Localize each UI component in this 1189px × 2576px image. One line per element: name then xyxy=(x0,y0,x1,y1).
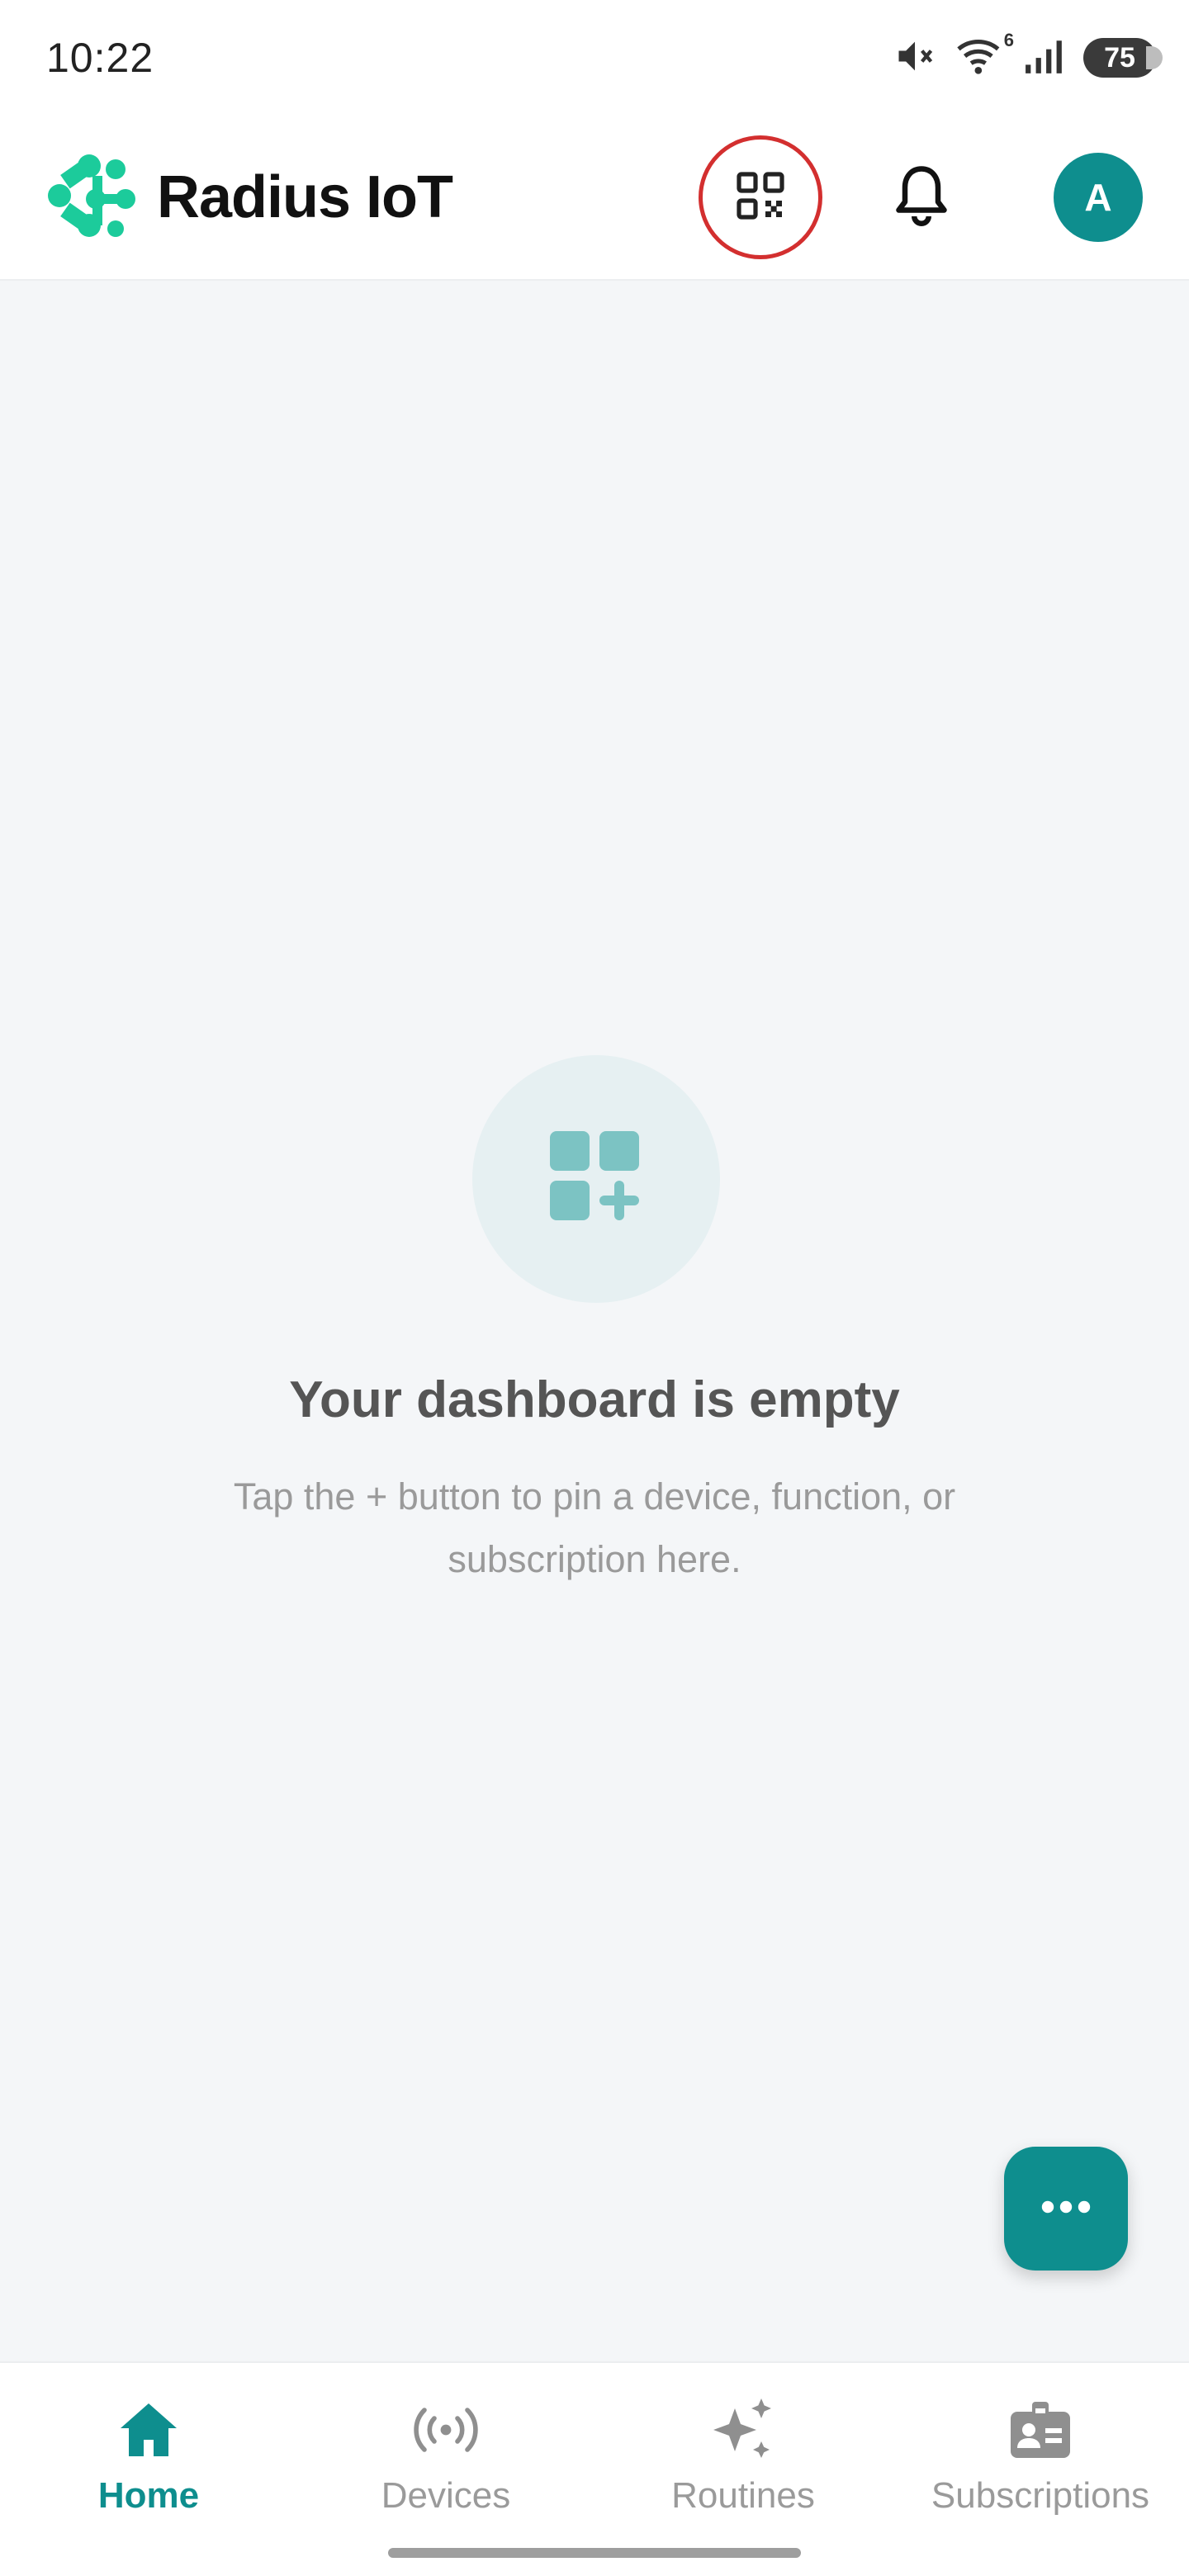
app-header: Radius IoT A xyxy=(0,116,1189,281)
id-badge-icon xyxy=(1003,2393,1078,2467)
sparkles-icon xyxy=(706,2393,780,2467)
nav-label-home: Home xyxy=(97,2475,200,2516)
battery-level: 75 xyxy=(1104,41,1135,73)
brand: Radius IoT xyxy=(46,153,453,243)
empty-state-subtitle: Tap the + button to pin a device, functi… xyxy=(233,1475,956,1580)
status-time: 10:22 xyxy=(46,35,154,81)
bell-icon xyxy=(893,163,950,233)
status-icons: 6 75 xyxy=(893,30,1163,82)
more-actions-fab[interactable] xyxy=(1004,2147,1128,2271)
more-horizontal-icon xyxy=(1040,2199,1092,2219)
signal-icon xyxy=(1024,37,1065,79)
broadcast-icon xyxy=(409,2393,483,2467)
home-indicator xyxy=(388,2548,801,2558)
status-bar: 10:22 6 75 xyxy=(0,0,1189,116)
nav-label-routines: Routines xyxy=(671,2475,815,2516)
notifications-button[interactable] xyxy=(880,156,963,239)
avatar-initial: A xyxy=(1084,176,1112,219)
qr-scan-button[interactable] xyxy=(699,135,822,259)
nav-item-devices[interactable]: Devices xyxy=(297,2363,594,2576)
home-icon xyxy=(111,2393,186,2467)
logo-icon xyxy=(46,153,139,243)
empty-state-illustration xyxy=(472,1055,720,1303)
nav-label-subscriptions: Subscriptions xyxy=(931,2475,1150,2516)
nav-item-home[interactable]: Home xyxy=(0,2363,297,2576)
app-name: Radius IoT xyxy=(157,164,453,230)
wifi-badge: 6 xyxy=(1003,29,1014,50)
nav-item-subscriptions[interactable]: Subscriptions xyxy=(892,2363,1189,2576)
screen: 10:22 6 75 Radius IoT A Your dashboard i… xyxy=(0,0,1189,2576)
battery-icon: 75 xyxy=(1083,38,1163,78)
dashboard-add-icon xyxy=(547,1128,646,1231)
wifi-icon: 6 xyxy=(955,30,1014,82)
qr-scan-icon xyxy=(734,169,787,226)
mute-icon xyxy=(893,35,936,82)
nav-item-routines[interactable]: Routines xyxy=(594,2363,892,2576)
nav-label-devices: Devices xyxy=(381,2475,511,2516)
avatar-button[interactable]: A xyxy=(1054,153,1143,242)
header-actions: A xyxy=(699,135,1143,259)
empty-state-title: Your dashboard is empty xyxy=(289,1371,900,1428)
bottom-nav: Home Devices Routines Subscriptions xyxy=(0,2361,1189,2576)
